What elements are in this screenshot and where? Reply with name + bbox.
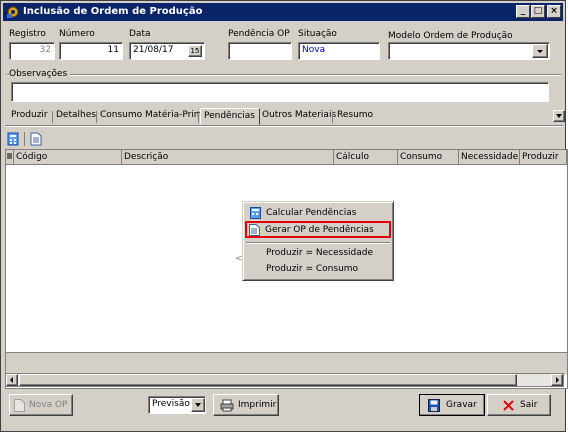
previsao-value: Previsão — [152, 399, 190, 409]
menu-item-produzir-necessidade[interactable]: Produzir = Necessidade — [246, 245, 390, 261]
pendencia-op-label: Pendência OP — [228, 29, 290, 39]
menu-item-produzir-consumo[interactable]: Produzir = Consumo — [246, 261, 390, 277]
arrow-left-icon — [10, 377, 13, 383]
observacoes-label: Observações — [9, 69, 71, 79]
menu-item-gerar-op-de-pendencias[interactable]: Gerar OP de Pendências — [245, 221, 391, 238]
observacoes-field[interactable] — [11, 82, 549, 102]
column-header-codigo[interactable]: Código — [14, 150, 122, 165]
title-bar[interactable]: Inclusão de Ordem de Produção _ □ × — [3, 3, 563, 21]
menu-item-label: Gerar OP de Pendências — [265, 225, 374, 235]
horizontal-scrollbar[interactable] — [5, 373, 564, 387]
grid-footer-band — [6, 352, 567, 375]
grid-row-selector-header — [6, 150, 14, 165]
column-header-produzir[interactable]: Produzir — [520, 150, 567, 165]
close-icon: × — [550, 6, 558, 16]
registro-label: Registro — [9, 29, 46, 39]
tabs-scroll-button[interactable] — [553, 110, 565, 122]
chevron-down-icon — [556, 114, 562, 118]
minimize-button[interactable]: _ — [516, 5, 530, 18]
arrow-right-icon — [556, 377, 559, 383]
column-header-necessidade[interactable]: Necessidade — [459, 150, 520, 165]
tab-resumo[interactable]: Resumo — [337, 110, 373, 120]
menu-separator — [246, 242, 390, 244]
numero-label: Número — [59, 29, 95, 39]
tab-detalhes[interactable]: Detalhes — [56, 110, 96, 120]
numero-field[interactable]: 11 — [59, 42, 123, 60]
tab-separator — [332, 111, 333, 123]
close-x-icon — [503, 400, 514, 411]
calendar-icon: 15 — [190, 47, 200, 55]
pendencia-op-field[interactable] — [228, 42, 292, 60]
menu-item-label: Produzir = Consumo — [266, 264, 359, 274]
nova-op-label: Nova OP — [29, 400, 68, 410]
document-icon[interactable] — [30, 132, 42, 146]
toolbar-separator — [24, 132, 25, 146]
column-header-descricao[interactable]: Descrição — [122, 150, 334, 165]
gravar-button[interactable]: Gravar — [419, 394, 485, 416]
gravar-label: Gravar — [446, 400, 477, 410]
tab-pendencias[interactable]: Pendências — [200, 108, 260, 125]
modelo-dropdown-button[interactable] — [532, 44, 548, 58]
modelo-label: Modelo Ordem de Produção — [388, 31, 513, 41]
tab-strip: Produzir Detalhes Consumo Matéria-Prima … — [5, 108, 563, 126]
tab-consumo-materia-prima[interactable]: Consumo Matéria-Prima — [100, 110, 208, 120]
close-button[interactable]: × — [547, 5, 561, 18]
app-gear-icon — [7, 6, 19, 18]
maximize-icon: □ — [533, 6, 543, 16]
registro-field: 32 — [9, 42, 55, 60]
column-header-consumo[interactable]: Consumo — [398, 150, 459, 165]
calculator-icon — [250, 207, 261, 219]
new-document-icon — [14, 399, 25, 412]
menu-item-calcular-pendencias[interactable]: Calcular Pendências — [246, 205, 390, 221]
scroll-right-button[interactable] — [551, 374, 563, 386]
imprimir-label: Imprimir — [238, 400, 277, 410]
tab-produzir[interactable]: Produzir — [11, 110, 48, 120]
modelo-select[interactable] — [388, 42, 550, 60]
calendar-button[interactable]: 15 — [188, 45, 202, 57]
chevron-down-icon — [195, 403, 201, 407]
tab-separator — [198, 111, 199, 123]
scroll-left-button[interactable] — [6, 374, 18, 386]
window-title: Inclusão de Ordem de Produção — [23, 6, 203, 17]
maximize-button[interactable]: □ — [531, 5, 545, 18]
calculator-icon[interactable] — [7, 132, 19, 146]
nova-op-button[interactable]: Nova OP — [9, 394, 73, 416]
menu-item-label: Calcular Pendências — [266, 208, 357, 218]
data-value: 21/08/17 — [133, 45, 174, 55]
observacoes-group-line — [7, 74, 561, 76]
sair-button[interactable]: Sair — [487, 394, 551, 416]
column-header-calculo[interactable]: Cálculo — [334, 150, 398, 165]
situacao-label: Situação — [298, 29, 337, 39]
window: Inclusão de Ordem de Produção _ □ × Regi… — [0, 0, 568, 432]
imprimir-button[interactable]: Imprimir — [213, 394, 279, 416]
context-menu: Calcular Pendências Gerar OP de Pendênci… — [242, 201, 394, 281]
menu-item-label: Produzir = Necessidade — [266, 248, 373, 258]
previsao-dropdown-button[interactable] — [191, 398, 205, 412]
tab-separator — [96, 111, 97, 123]
tab-outros-materiais[interactable]: Outros Materiais — [262, 110, 336, 120]
save-disk-icon — [428, 399, 440, 412]
document-icon — [249, 224, 260, 236]
minimize-icon: _ — [520, 6, 526, 16]
printer-icon — [220, 399, 234, 412]
tab-separator — [52, 111, 53, 123]
data-label: Data — [129, 29, 151, 39]
grid-menu-icon — [7, 153, 12, 159]
scroll-thumb[interactable] — [19, 374, 517, 386]
chevron-down-icon — [537, 50, 543, 53]
sair-label: Sair — [520, 400, 538, 410]
situacao-field: Nova — [298, 42, 380, 60]
